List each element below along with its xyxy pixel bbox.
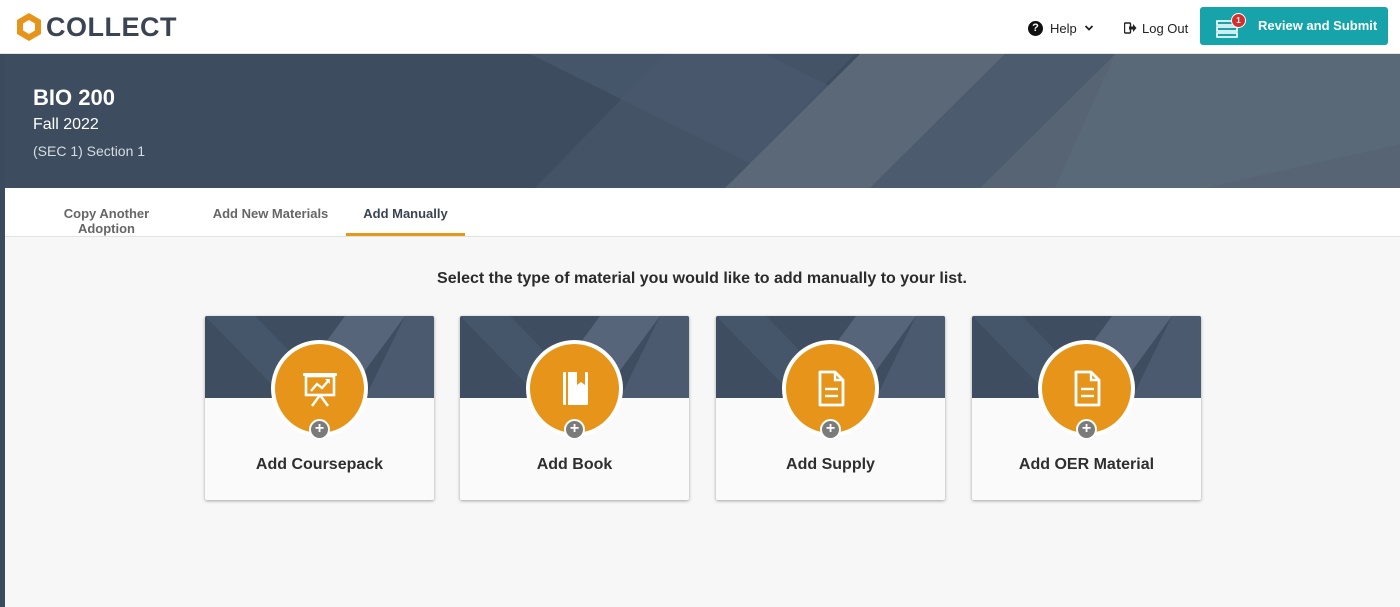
card-label: Add Coursepack bbox=[255, 456, 384, 473]
chevron-down-icon bbox=[1084, 25, 1093, 31]
hexagon-logo-icon bbox=[17, 13, 41, 41]
card-label: Add Book bbox=[536, 456, 613, 473]
card-label: Add Supply bbox=[786, 456, 875, 473]
tab-copy-another-adoption[interactable]: Copy Another Adoption bbox=[35, 188, 178, 237]
plus-circle-icon: + bbox=[820, 419, 841, 440]
notification-badge: 1 bbox=[1231, 13, 1246, 28]
brand-name: COLLECT bbox=[46, 11, 177, 42]
book-icon bbox=[562, 371, 588, 405]
top-nav-bar: COLLECT ? Help Log Out 1 Review and Subm… bbox=[0, 0, 1400, 54]
course-title: BIO 200 bbox=[33, 85, 115, 110]
tab-bar: Copy Another Adoption Add New Materials … bbox=[5, 188, 1400, 237]
instruction-text: Select the type of material you would li… bbox=[437, 270, 967, 287]
sign-out-icon bbox=[1124, 22, 1137, 34]
plus-circle-icon: + bbox=[1076, 419, 1097, 440]
plus-circle-icon: + bbox=[309, 419, 330, 440]
collect-logo[interactable]: COLLECT bbox=[16, 12, 177, 42]
help-menu[interactable]: ? Help bbox=[1028, 18, 1094, 38]
tab-add-manually[interactable]: Add Manually bbox=[346, 188, 465, 237]
course-section: (SEC 1) Section 1 bbox=[33, 143, 146, 159]
document-icon bbox=[1074, 370, 1100, 406]
plus-circle-icon: + bbox=[564, 419, 585, 440]
add-oer-material-card[interactable]: + Add OER Material bbox=[972, 316, 1201, 500]
tab-add-new-materials[interactable]: Add New Materials bbox=[211, 188, 330, 237]
review-and-submit-button[interactable]: 1 Review and Submit bbox=[1200, 7, 1388, 45]
card-label: Add OER Material bbox=[1018, 456, 1155, 473]
presentation-chart-icon bbox=[302, 372, 337, 407]
course-term: Fall 2022 bbox=[33, 116, 99, 133]
course-header: BIO 200 Fall 2022 (SEC 1) Section 1 bbox=[5, 54, 1400, 188]
add-supply-card[interactable]: + Add Supply bbox=[716, 316, 945, 500]
help-label: Help bbox=[1050, 20, 1077, 36]
logout-label: Log Out bbox=[1142, 20, 1189, 36]
add-book-card[interactable]: + Add Book bbox=[460, 316, 689, 500]
review-and-submit-label: Review and Submit bbox=[1258, 18, 1378, 33]
active-tab-indicator bbox=[346, 233, 465, 236]
question-circle-icon: ? bbox=[1028, 20, 1043, 36]
header-background-pattern bbox=[530, 54, 1400, 188]
document-icon bbox=[818, 370, 844, 406]
logout-link[interactable]: Log Out bbox=[1124, 18, 1188, 38]
add-coursepack-card[interactable]: + Add Coursepack bbox=[205, 316, 434, 500]
